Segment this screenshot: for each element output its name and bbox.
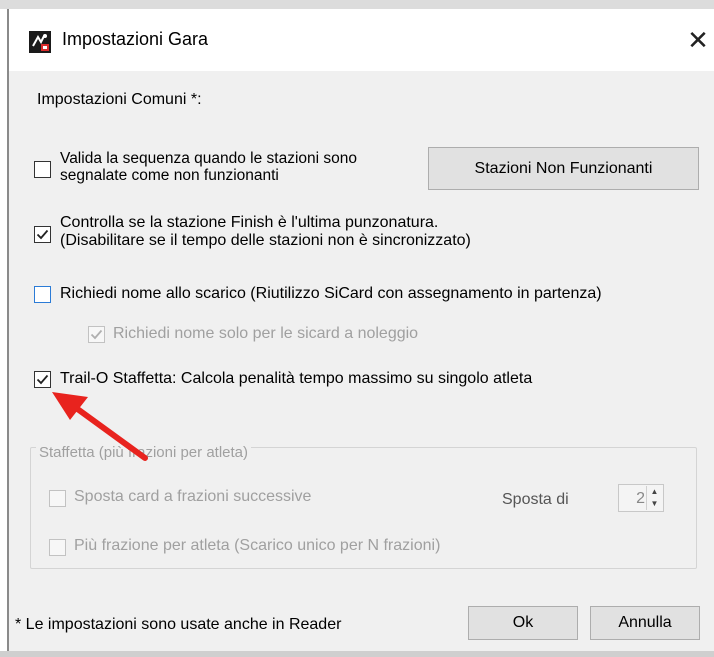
annulla-button[interactable]: Annulla bbox=[590, 606, 700, 640]
spinner-buttons: ▲ ▼ bbox=[646, 486, 662, 510]
sposta-card-checkbox[interactable] bbox=[49, 490, 66, 507]
ok-button[interactable]: Ok bbox=[468, 606, 578, 640]
staffetta-group-legend: Staffetta (più frazioni per atleta) bbox=[36, 444, 252, 461]
controlla-finish-label-1: Controlla se la stazione Finish è l'ulti… bbox=[60, 214, 439, 231]
valida-sequenza-label-2: segnalate come non funzionanti bbox=[60, 167, 279, 184]
checkmark-icon bbox=[36, 374, 49, 385]
piu-frazione-checkbox[interactable] bbox=[49, 539, 66, 556]
stazioni-non-funzionanti-button[interactable]: Stazioni Non Funzionanti bbox=[428, 147, 699, 190]
screen-background bbox=[0, 0, 714, 9]
controlla-finish-label-2: (Disabilitare se il tempo delle stazioni… bbox=[60, 232, 471, 249]
checkmark-icon bbox=[36, 229, 49, 240]
title-bar: Impostazioni Gara ✕ bbox=[9, 9, 714, 71]
spin-up-icon[interactable]: ▲ bbox=[647, 486, 662, 498]
sposta-di-value: 2 bbox=[636, 490, 645, 507]
valida-sequenza-label-1: Valida la sequenza quando le stazioni so… bbox=[60, 150, 358, 167]
checkmark-icon bbox=[90, 329, 103, 340]
spin-down-icon[interactable]: ▼ bbox=[647, 498, 662, 510]
trail-o-staffetta-checkbox[interactable] bbox=[34, 371, 51, 388]
screen-bottom-edge bbox=[0, 651, 714, 657]
richiedi-nome-label: Richiedi nome allo scarico (Riutilizzo S… bbox=[60, 285, 602, 302]
piu-frazione-label: Più frazione per atleta (Scarico unico p… bbox=[74, 537, 441, 554]
window-title: Impostazioni Gara bbox=[62, 29, 209, 49]
sposta-di-label: Sposta di bbox=[502, 491, 569, 508]
close-icon[interactable]: ✕ bbox=[684, 25, 712, 55]
section-label: Impostazioni Comuni *: bbox=[37, 91, 202, 108]
trail-o-staffetta-label: Trail-O Staffetta: Calcola penalità temp… bbox=[60, 370, 533, 387]
valida-sequenza-checkbox[interactable] bbox=[34, 161, 51, 178]
controlla-finish-checkbox[interactable] bbox=[34, 226, 51, 243]
richiedi-nome-checkbox[interactable] bbox=[34, 286, 51, 303]
richiedi-nome-noleggio-checkbox[interactable] bbox=[88, 326, 105, 343]
sposta-di-spinner[interactable]: 2 ▲ ▼ bbox=[618, 484, 664, 512]
richiedi-nome-noleggio-label: Richiedi nome solo per le sicard a noleg… bbox=[113, 325, 419, 342]
footnote: * Le impostazioni sono usate anche in Re… bbox=[15, 616, 342, 633]
sposta-card-label: Sposta card a frazioni successive bbox=[74, 488, 312, 505]
race-settings-app-icon bbox=[29, 31, 51, 53]
